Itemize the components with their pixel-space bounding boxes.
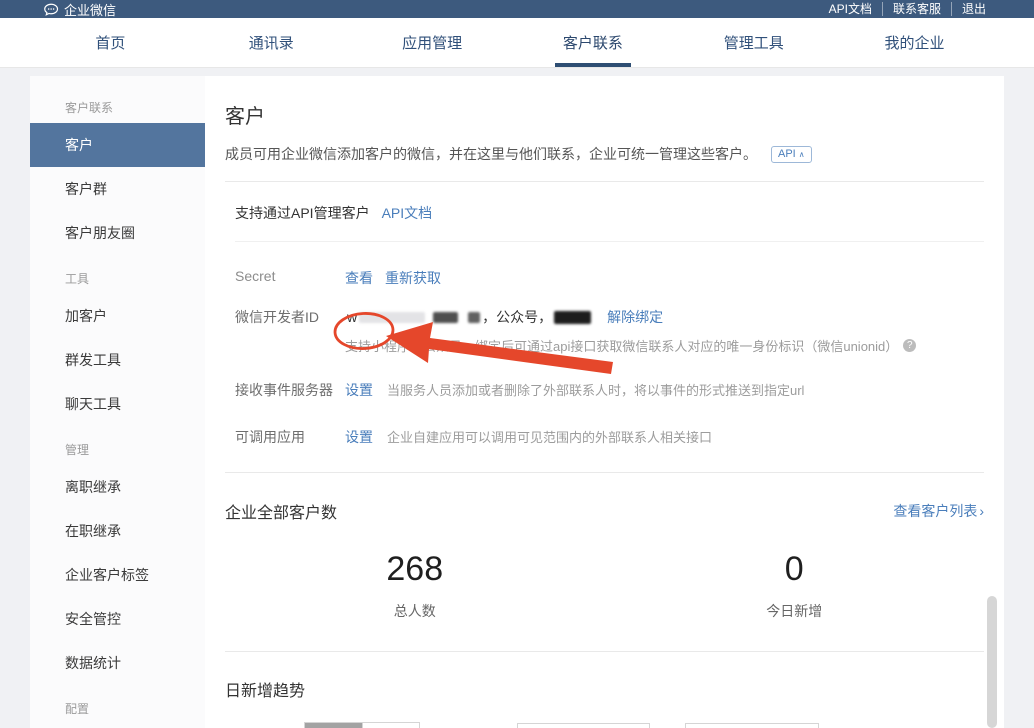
stat-new-today-label: 今日新增 <box>605 601 985 621</box>
page-title: 客户 <box>225 100 984 129</box>
sidebar-item-active-inherit[interactable]: 在职继承 <box>30 509 205 553</box>
sidebar-group-customer-contact: 客户联系 <box>30 84 205 123</box>
secret-label: Secret <box>235 268 345 288</box>
secret-refresh-link[interactable]: 重新获取 <box>385 268 441 288</box>
event-server-label: 接收事件服务器 <box>235 380 345 400</box>
callable-app-settings-link[interactable]: 设置 <box>345 427 373 447</box>
tab-home[interactable]: 首页 <box>30 18 191 67</box>
divider <box>225 651 984 652</box>
api-docs-inline-link[interactable]: API文档 <box>382 203 433 223</box>
primary-nav: 首页 通讯录 应用管理 客户联系 管理工具 我的企业 <box>0 18 1034 68</box>
help-question-icon[interactable]: ? <box>903 339 916 352</box>
callable-app-label: 可调用应用 <box>235 427 345 447</box>
tab-app-management[interactable]: 应用管理 <box>352 18 513 67</box>
redacted-value <box>433 312 458 323</box>
sidebar-group-management: 管理 <box>30 426 205 465</box>
range-option-1week[interactable]: 1周 <box>305 723 362 728</box>
dev-id-value-prefix: w <box>347 309 357 325</box>
redacted-value <box>554 311 591 324</box>
caret-up-icon: ∧ <box>799 148 805 161</box>
stat-total-label: 总人数 <box>225 601 605 621</box>
sidebar-item-permission-config[interactable]: 权限配置 <box>30 724 205 728</box>
contact-support-link[interactable]: 联系客服 <box>882 2 951 16</box>
divider <box>225 472 984 473</box>
sidebar-item-bulk-message[interactable]: 群发工具 <box>30 338 205 382</box>
stat-total: 268 总人数 <box>225 550 605 621</box>
sidebar-item-customer-tags[interactable]: 企业客户标签 <box>30 553 205 597</box>
api-section-heading: 支持通过API管理客户 <box>235 203 370 223</box>
range-option-1month[interactable]: 1个月 <box>362 723 419 728</box>
date-to-select[interactable]: 2021年12月04日 ▾ <box>685 723 819 728</box>
chat-bubble-icon <box>44 3 59 16</box>
dev-id-value-mid: ，公众号， <box>482 307 552 327</box>
sidebar-item-add-customer[interactable]: 加客户 <box>30 294 205 338</box>
topbar: 企业微信 API文档 联系客服 退出 <box>0 0 1034 18</box>
page-description: 成员可用企业微信添加客户的微信，并在这里与他们联系，企业可统一管理这些客户。 <box>225 144 757 164</box>
range-toggle: 1周 1个月 <box>304 722 420 728</box>
event-server-settings-link[interactable]: 设置 <box>345 380 373 400</box>
view-customer-list-label: 查看客户列表 <box>893 501 977 521</box>
main-panel: 客户联系 客户 客户群 客户朋友圈 工具 加客户 群发工具 聊天工具 管理 离职… <box>30 76 1004 728</box>
view-customer-list-link[interactable]: 查看客户列表 › <box>893 501 984 521</box>
redacted-value <box>468 312 480 323</box>
caret-down-icon: ▾ <box>637 724 642 728</box>
logout-link[interactable]: 退出 <box>951 2 996 16</box>
divider <box>235 241 984 242</box>
customer-stats: 268 总人数 0 今日新增 <box>225 550 984 621</box>
customers-section-title: 企业全部客户数 <box>225 499 337 523</box>
caret-down-icon: ▾ <box>806 724 811 728</box>
date-from-select[interactable]: 2021年11月28日 ▾ <box>517 723 650 728</box>
secret-view-link[interactable]: 查看 <box>345 268 373 288</box>
dev-id-helper: 支持小程序、公众号，绑定后可通过api接口获取微信联系人对应的唯一身份标识（微信… <box>345 336 898 355</box>
tab-customer-contact[interactable]: 客户联系 <box>512 18 673 67</box>
api-toggle-label: API <box>778 148 796 161</box>
scrollbar[interactable] <box>987 596 997 728</box>
sidebar-group-config: 配置 <box>30 685 205 724</box>
sidebar-group-tools: 工具 <box>30 255 205 294</box>
api-docs-link[interactable]: API文档 <box>819 2 882 16</box>
tab-my-company[interactable]: 我的企业 <box>834 18 995 67</box>
sidebar-item-customers[interactable]: 客户 <box>30 123 205 167</box>
unbind-link[interactable]: 解除绑定 <box>607 307 663 327</box>
topbar-links: API文档 联系客服 退出 <box>819 0 996 18</box>
callable-app-helper: 企业自建应用可以调用可见范围内的外部联系人相关接口 <box>387 427 712 446</box>
stat-new-today: 0 今日新增 <box>605 550 985 621</box>
tab-contacts[interactable]: 通讯录 <box>191 18 352 67</box>
sidebar-item-resigned-inherit[interactable]: 离职继承 <box>30 465 205 509</box>
event-server-helper: 当服务人员添加或者删除了外部联系人时，将以事件的形式推送到指定url <box>387 380 804 399</box>
tab-admin-tools[interactable]: 管理工具 <box>673 18 834 67</box>
sidebar-item-customer-moments[interactable]: 客户朋友圈 <box>30 211 205 255</box>
stat-total-value: 268 <box>225 550 605 589</box>
wework-logo[interactable]: 企业微信 <box>44 0 116 19</box>
content-area: 客户 成员可用企业微信添加客户的微信，并在这里与他们联系，企业可统一管理这些客户… <box>205 76 1004 728</box>
sidebar-item-data-statistics[interactable]: 数据统计 <box>30 641 205 685</box>
api-toggle-button[interactable]: API ∧ <box>771 146 812 163</box>
chevron-right-icon: › <box>979 503 984 519</box>
redacted-value <box>359 312 425 323</box>
sidebar-item-chat-tools[interactable]: 聊天工具 <box>30 382 205 426</box>
trend-section-title: 日新增趋势 <box>225 677 305 701</box>
dev-id-label: 微信开发者ID <box>235 307 345 355</box>
brand-name: 企业微信 <box>64 0 116 19</box>
sidebar-item-security-control[interactable]: 安全管控 <box>30 597 205 641</box>
sidebar: 客户联系 客户 客户群 客户朋友圈 工具 加客户 群发工具 聊天工具 管理 离职… <box>30 76 205 728</box>
stat-new-today-value: 0 <box>605 550 985 589</box>
sidebar-item-customer-groups[interactable]: 客户群 <box>30 167 205 211</box>
